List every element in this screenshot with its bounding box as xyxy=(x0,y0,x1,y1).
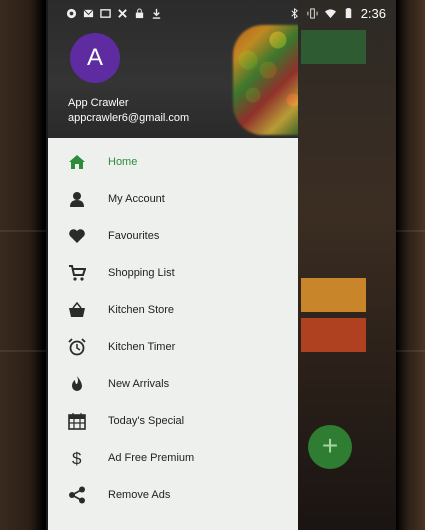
alarm-icon xyxy=(66,336,88,358)
menu-item-kitchen-store[interactable]: Kitchen Store xyxy=(48,291,298,328)
add-fab-button[interactable]: + xyxy=(308,425,352,469)
svg-text:$: $ xyxy=(72,449,82,467)
avatar[interactable]: A xyxy=(70,33,120,83)
menu-item-label: Remove Ads xyxy=(108,488,171,501)
share-icon xyxy=(66,484,88,506)
battery-icon xyxy=(345,7,351,18)
vpn-icon xyxy=(66,8,77,18)
status-clock: 2:36 xyxy=(360,5,386,21)
user-email: appcrawler6@gmail.com xyxy=(68,112,190,124)
menu-item-todays-special[interactable]: Today's Special xyxy=(48,402,298,439)
menu-item-label: Kitchen Store xyxy=(108,303,175,316)
menu-item-my-account[interactable]: My Account xyxy=(48,180,298,217)
heart-icon xyxy=(66,225,88,247)
bluetooth-icon xyxy=(291,7,298,19)
background-tile xyxy=(301,30,366,64)
menu-item-home[interactable]: Home xyxy=(48,143,298,180)
mail-icon xyxy=(83,9,94,17)
menu-item-ad-free-premium[interactable]: $ Ad Free Premium xyxy=(48,439,298,476)
menu-item-label: Favourites xyxy=(108,229,160,242)
basket-icon xyxy=(66,299,88,321)
phone-screen: + 2:36 A App Crawler appcrawler6@gmail.c… xyxy=(46,0,396,530)
calendar-icon xyxy=(66,410,88,432)
menu-item-label: Today's Special xyxy=(108,414,185,427)
tools-icon xyxy=(118,8,127,18)
person-icon xyxy=(66,188,88,210)
vegetables-banner-image xyxy=(233,25,298,135)
cast-icon xyxy=(100,8,111,18)
menu-item-kitchen-timer[interactable]: Kitchen Timer xyxy=(48,328,298,365)
flame-icon xyxy=(66,373,88,395)
background-tile xyxy=(301,278,366,312)
user-name: App Crawler xyxy=(68,97,129,109)
menu-item-shopping-list[interactable]: Shopping List xyxy=(48,254,298,291)
status-bar: 2:36 xyxy=(46,0,396,26)
download-icon xyxy=(152,8,161,19)
menu-item-label: Home xyxy=(108,155,138,168)
menu-item-label: Shopping List xyxy=(108,266,175,279)
menu-item-label: My Account xyxy=(108,192,165,205)
cart-icon xyxy=(66,262,88,284)
menu-item-remove-ads[interactable]: Remove Ads xyxy=(48,476,298,513)
lock-icon xyxy=(135,7,144,18)
menu-item-label: Kitchen Timer xyxy=(108,340,176,353)
menu-item-new-arrivals[interactable]: New Arrivals xyxy=(48,365,298,402)
navigation-drawer: A App Crawler appcrawler6@gmail.com Home… xyxy=(48,0,298,530)
wifi-icon xyxy=(324,8,336,18)
dollar-icon: $ xyxy=(66,447,88,469)
menu-item-favourites[interactable]: Favourites xyxy=(48,217,298,254)
vibrate-icon xyxy=(307,7,318,19)
home-icon xyxy=(66,151,88,173)
background-tile xyxy=(301,318,366,352)
menu-item-label: New Arrivals xyxy=(108,377,170,390)
menu-item-label: Ad Free Premium xyxy=(108,451,195,464)
